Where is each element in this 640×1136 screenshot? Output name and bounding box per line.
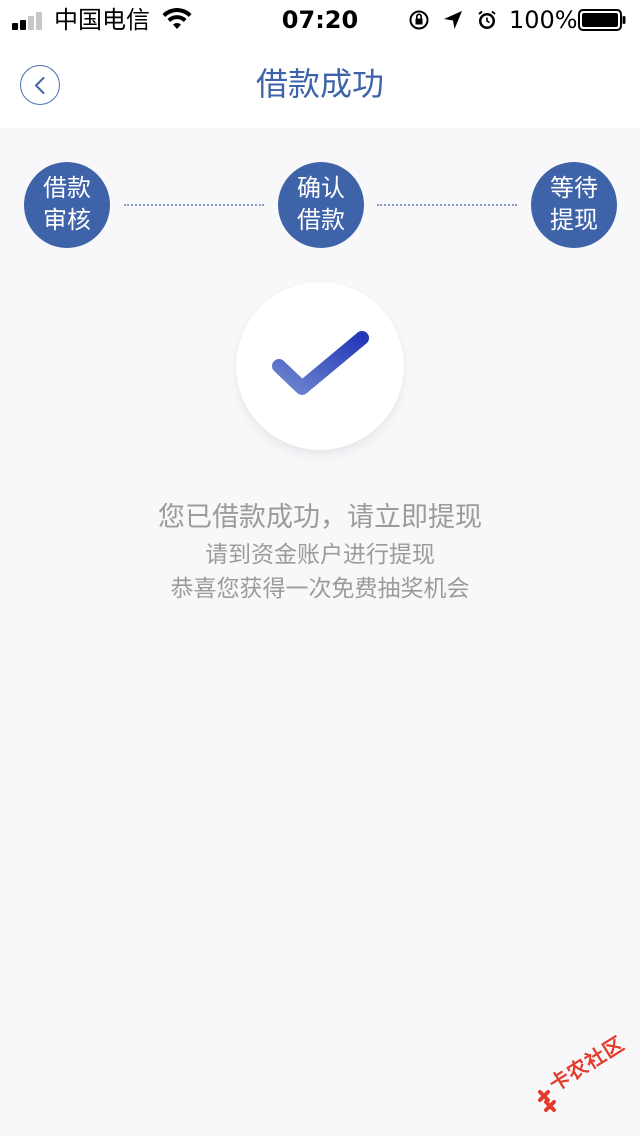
location-icon <box>444 11 462 29</box>
alarm-icon <box>478 10 496 29</box>
screen: 中国电信 07:20 100% 借款成功 借款 审核 确认 借款 等待 提现 您… <box>0 0 640 1136</box>
success-message: 您已借款成功，请立即提现 <box>158 502 482 533</box>
nav-bar: 借款成功 <box>0 40 640 128</box>
withdraw-hint: 请到资金账户进行提现 <box>205 542 435 568</box>
watermark-logo: 卡农社区 <box>536 1031 640 1116</box>
status-icons <box>409 10 496 30</box>
lottery-hint: 恭喜您获得一次免费抽奖机会 <box>170 576 470 602</box>
battery-icon <box>578 9 626 31</box>
step-label-line1: 等待 <box>550 174 598 202</box>
checkmark-icon <box>272 331 369 395</box>
success-badge <box>236 282 404 450</box>
watermark-text: 卡农社区 <box>544 1031 629 1097</box>
step-await-withdrawal: 等待 提现 <box>531 162 617 248</box>
step-label-line2: 审核 <box>43 206 91 234</box>
step-label-line2: 借款 <box>297 206 345 234</box>
page-title: 借款成功 <box>255 65 384 103</box>
status-bar: 中国电信 07:20 100% <box>0 0 640 40</box>
step-label-line2: 提现 <box>550 206 598 234</box>
step-label-line1: 确认 <box>297 174 345 202</box>
step-confirm-loan: 确认 借款 <box>278 162 364 248</box>
battery-percent: 100% <box>509 6 578 34</box>
step-connector <box>124 204 264 206</box>
step-loan-review: 借款 审核 <box>24 162 110 248</box>
orientation-lock-icon <box>409 10 429 30</box>
step-connector <box>377 204 517 206</box>
step-label-line1: 借款 <box>43 174 91 202</box>
